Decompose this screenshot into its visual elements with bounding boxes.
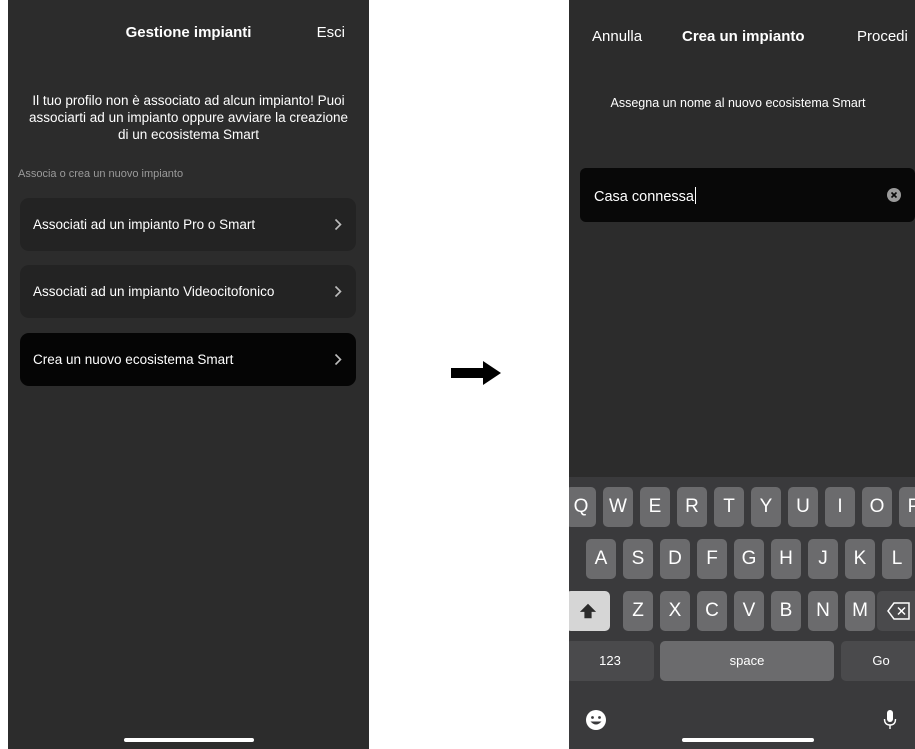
- right-screen: Annulla Crea un impianto Procedi Assegna…: [569, 0, 915, 749]
- key-q[interactable]: Q: [569, 487, 596, 527]
- go-key[interactable]: Go: [841, 641, 915, 681]
- section-label: Associa o crea un nuovo impianto: [18, 168, 184, 180]
- option-label: Crea un nuovo ecosistema Smart: [33, 352, 234, 367]
- key-x[interactable]: X: [660, 591, 690, 631]
- key-c[interactable]: C: [697, 591, 727, 631]
- key-e[interactable]: E: [640, 487, 670, 527]
- arrow-right-icon: [451, 361, 501, 385]
- key-p[interactable]: P: [899, 487, 915, 527]
- exit-button[interactable]: Esci: [317, 24, 345, 41]
- chevron-right-icon: [334, 218, 342, 231]
- home-indicator[interactable]: [124, 738, 254, 742]
- key-g[interactable]: G: [734, 539, 764, 579]
- instruction-text: Assegna un nome al nuovo ecosistema Smar…: [610, 96, 866, 110]
- key-d[interactable]: D: [660, 539, 690, 579]
- page-title: Crea un impianto: [682, 28, 805, 45]
- key-v[interactable]: V: [734, 591, 764, 631]
- key-k[interactable]: K: [845, 539, 875, 579]
- key-s[interactable]: S: [623, 539, 653, 579]
- option-label: Associati ad un impianto Videocitofonico: [33, 284, 275, 299]
- system-name-input[interactable]: Casa connessa: [580, 168, 915, 222]
- microphone-icon[interactable]: [883, 709, 897, 731]
- associate-videocitofonico-option[interactable]: Associati ad un impianto Videocitofonico: [20, 265, 356, 318]
- text-caret: [694, 187, 697, 204]
- shift-key[interactable]: [569, 591, 610, 631]
- create-smart-ecosystem-option[interactable]: Crea un nuovo ecosistema Smart: [20, 333, 356, 386]
- key-t[interactable]: T: [714, 487, 744, 527]
- input-value: Casa connessa: [594, 189, 694, 205]
- key-f[interactable]: F: [697, 539, 727, 579]
- key-y[interactable]: Y: [751, 487, 781, 527]
- keyboard: Q W E R T Y U I O P A S D F G H J K L Z …: [569, 477, 915, 749]
- key-i[interactable]: I: [825, 487, 855, 527]
- chevron-right-icon: [334, 285, 342, 298]
- key-m[interactable]: M: [845, 591, 875, 631]
- associate-pro-smart-option[interactable]: Associati ad un impianto Pro o Smart: [20, 198, 356, 251]
- backspace-key[interactable]: [877, 591, 915, 631]
- page-title: Gestione impianti: [125, 24, 252, 41]
- key-b[interactable]: B: [771, 591, 801, 631]
- clear-circle-icon[interactable]: [887, 188, 901, 202]
- chevron-right-icon: [334, 353, 342, 366]
- key-r[interactable]: R: [677, 487, 707, 527]
- space-key[interactable]: space: [660, 641, 834, 681]
- key-a[interactable]: A: [586, 539, 616, 579]
- info-message: Il tuo profilo non è associato ad alcun …: [29, 93, 348, 142]
- home-indicator[interactable]: [682, 738, 814, 742]
- emoji-icon[interactable]: [585, 709, 607, 731]
- key-h[interactable]: H: [771, 539, 801, 579]
- key-l[interactable]: L: [882, 539, 912, 579]
- left-screen: Gestione impianti Esci Il tuo profilo no…: [8, 0, 369, 749]
- backspace-icon: [887, 602, 910, 620]
- cancel-button[interactable]: Annulla: [592, 28, 642, 45]
- key-w[interactable]: W: [603, 487, 633, 527]
- shift-icon: [579, 603, 597, 619]
- option-label: Associati ad un impianto Pro o Smart: [33, 217, 256, 232]
- proceed-button[interactable]: Procedi: [857, 28, 908, 45]
- key-u[interactable]: U: [788, 487, 818, 527]
- numbers-key[interactable]: 123: [569, 641, 654, 681]
- key-z[interactable]: Z: [623, 591, 653, 631]
- key-o[interactable]: O: [862, 487, 892, 527]
- key-n[interactable]: N: [808, 591, 838, 631]
- key-j[interactable]: J: [808, 539, 838, 579]
